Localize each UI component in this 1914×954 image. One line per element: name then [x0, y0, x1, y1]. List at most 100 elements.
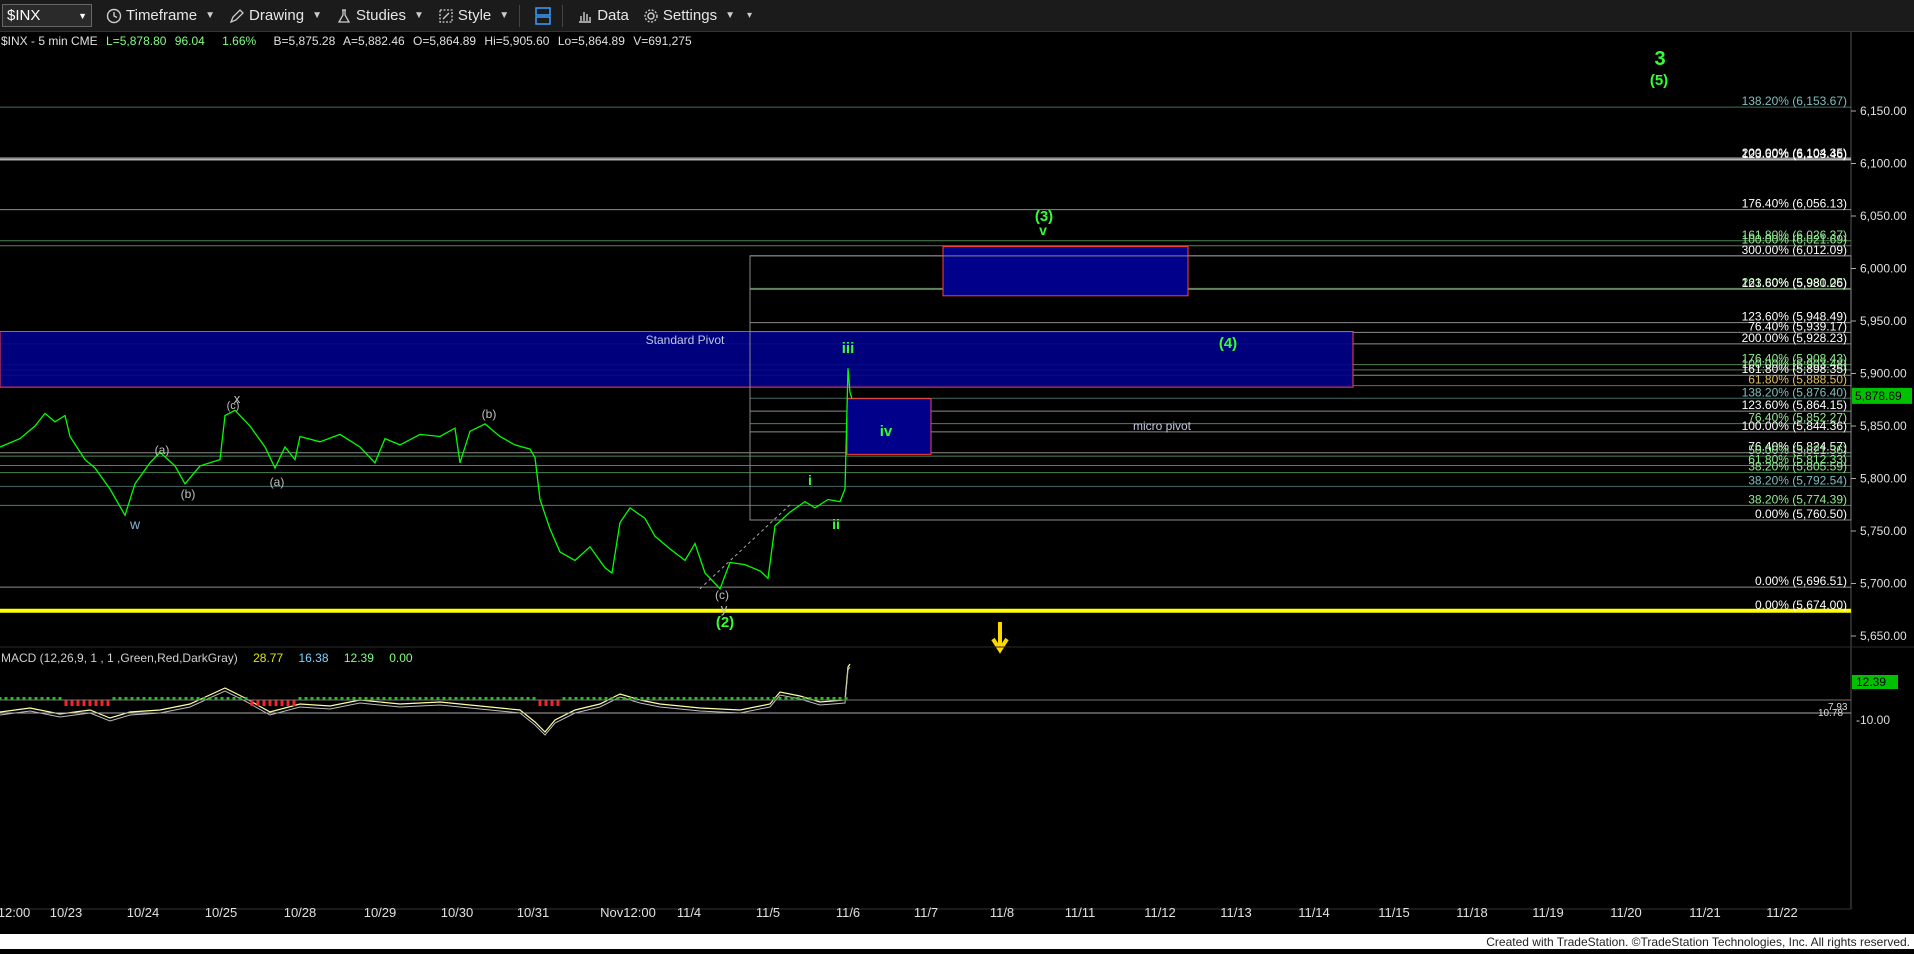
style-label: Style [457, 7, 492, 24]
price-chart[interactable]: $INX - 5 min CME L=5,878.80 96.04 1.66% … [0, 32, 1914, 949]
time-axis-label: 11/7 [914, 905, 938, 920]
wave-label-v: v [1039, 222, 1047, 238]
header-last: L=5,878.80 [106, 34, 167, 48]
chart-area[interactable]: $INX - 5 min CME L=5,878.80 96.04 1.66% … [0, 32, 1914, 949]
header-open: O=5,864.89 [413, 34, 476, 48]
header-pct: 1.66% [222, 34, 256, 48]
wave-label-b-1: (b) [181, 487, 196, 501]
time-axis-label: 10/28 [284, 905, 317, 920]
price-tick-label: 6,050.00 [1860, 209, 1907, 223]
fib-level-label: 38.20% (5,792.54) [1748, 473, 1847, 487]
footer-credit: Created with TradeStation. ©TradeStation… [1486, 935, 1910, 949]
current-price-label: 5,878.69 [1855, 389, 1902, 403]
price-tick-label: 5,950.00 [1860, 314, 1907, 328]
macd-signal-line [0, 666, 851, 736]
time-axis-label: 11/21 [1689, 905, 1721, 920]
wave-label-2: (2) [716, 614, 734, 631]
drawing-button[interactable]: Drawing ▼ [229, 7, 322, 24]
chevron-down-icon: ▼ [725, 10, 735, 21]
time-axis-label: 10/23 [50, 905, 83, 920]
wave-label-4: (4) [1219, 335, 1237, 352]
chevron-down-icon: ▼ [205, 10, 216, 21]
time-axis: 12:00 10/23 10/24 10/25 10/28 10/29 10/30 10/31… [0, 905, 1798, 920]
macd-axis-value: 12.39 [1856, 675, 1886, 689]
header-change: 96.04 [175, 34, 205, 48]
fib-level-label: 176.40% (6,056.13) [1742, 197, 1847, 211]
time-axis-label: 11/12 [1144, 905, 1176, 920]
macd-label-line: MACD (12,26,9, 1 , 1 ,Green,Red,DarkGray… [1, 651, 413, 665]
wave-label-iii: iii [842, 340, 855, 357]
time-axis-label: 11/20 [1610, 905, 1642, 920]
chevron-down-icon: ▼ [78, 10, 87, 21]
symbol-selector[interactable]: $INX ▼ [2, 4, 92, 27]
fib-level-label: 0.00% (5,674.00) [1755, 598, 1847, 612]
header-high: Hi=5,905.60 [484, 34, 549, 48]
time-axis-label: 11/22 [1766, 905, 1798, 920]
chevron-down-icon: ▼ [312, 10, 322, 21]
style-button[interactable]: Style ▼ [438, 7, 509, 24]
time-axis-label: 11/14 [1298, 905, 1330, 920]
layout-icon [535, 6, 551, 25]
fib-level-label: 123.60% (6,103.46) [1742, 147, 1847, 161]
settings-button[interactable]: Settings ▼ ▾ [643, 7, 752, 24]
macd-axis-tick: -10.00 [1856, 713, 1890, 727]
time-axis-label: 12:00 [0, 905, 30, 920]
timeframe-label: Timeframe [126, 7, 198, 24]
time-axis-label: 10/24 [127, 905, 160, 920]
fib-level-label: 200.00% (5,928.23) [1742, 331, 1847, 345]
wave-label-ii: ii [832, 516, 840, 532]
down-arrow-icon [991, 622, 1009, 654]
data-button[interactable]: Data [577, 7, 629, 24]
price-tick-label: 5,800.00 [1860, 472, 1907, 486]
price-tick-label: 6,150.00 [1860, 104, 1907, 118]
macd-value-3: 12.39 [344, 651, 374, 665]
style-icon [439, 8, 453, 23]
time-axis-label: 11/8 [990, 905, 1014, 920]
header-volume: V=691,275 [633, 34, 692, 48]
fib-level-label: 38.20% (5,805.59) [1748, 460, 1847, 474]
toolbar: $INX ▼ Timeframe ▼ Drawing ▼ Studies ▼ S… [0, 0, 1914, 32]
wave-label-c-2: (c) [227, 400, 240, 412]
price-tick-label: 5,750.00 [1860, 524, 1907, 538]
timeframe-button[interactable]: Timeframe ▼ [106, 7, 215, 24]
wave-label-a-1: (a) [155, 443, 170, 457]
price-tick-label: 6,100.00 [1860, 157, 1907, 171]
wave-label-a-2: (a) [270, 475, 285, 489]
price-axis: 6,150.00 6,100.00 6,050.00 6,000.00 5,950.00… [1851, 104, 1912, 643]
wave-label-i: i [808, 472, 812, 488]
wave-label-y: y [721, 601, 728, 616]
price-line [0, 368, 853, 591]
flask-icon [337, 8, 351, 23]
fib-level-label: 0.00% (5,696.51) [1755, 574, 1847, 588]
time-axis-label: 11/4 [677, 905, 701, 920]
time-axis-label: 11/5 [756, 905, 780, 920]
fib-level-label: 123.60% (5,980.26) [1742, 276, 1847, 290]
wave-label-5: (5) [1650, 72, 1668, 89]
pencil-icon [229, 8, 244, 23]
header-symbol-line: $INX - 5 min CME L=5,878.80 96.04 1.66% … [1, 34, 692, 48]
fib-level-label: 138.20% (6,153.67) [1742, 94, 1847, 108]
time-axis-label: 11/6 [836, 905, 860, 920]
fib-level-label: 100.00% (5,844.36) [1742, 419, 1847, 433]
macd-value-2: 16.38 [298, 651, 328, 665]
time-axis-label: 11/15 [1378, 905, 1410, 920]
price-tick-label: 6,000.00 [1860, 262, 1907, 276]
clock-icon [106, 8, 122, 23]
data-label: Data [597, 7, 629, 24]
chevron-down-icon: ▼ [499, 10, 510, 21]
gear-icon [644, 8, 658, 23]
symbol-text: $INX [7, 7, 41, 24]
chevron-down-icon: ▾ [746, 10, 753, 21]
price-tick-label: 5,850.00 [1860, 419, 1907, 433]
time-axis-label: 10/29 [364, 905, 397, 920]
header-low: Lo=5,864.89 [558, 34, 625, 48]
price-tick-label: 5,700.00 [1860, 577, 1907, 591]
bar-chart-icon [579, 11, 592, 23]
header-symbol: $INX - 5 min CME [1, 34, 98, 48]
layout-button[interactable] [534, 6, 552, 26]
studies-button[interactable]: Studies ▼ [336, 7, 424, 24]
time-axis-label: 11/19 [1532, 905, 1564, 920]
toolbar-divider [562, 4, 564, 27]
price-tick-label: 5,650.00 [1860, 629, 1907, 643]
time-axis-label: 10/30 [441, 905, 474, 920]
